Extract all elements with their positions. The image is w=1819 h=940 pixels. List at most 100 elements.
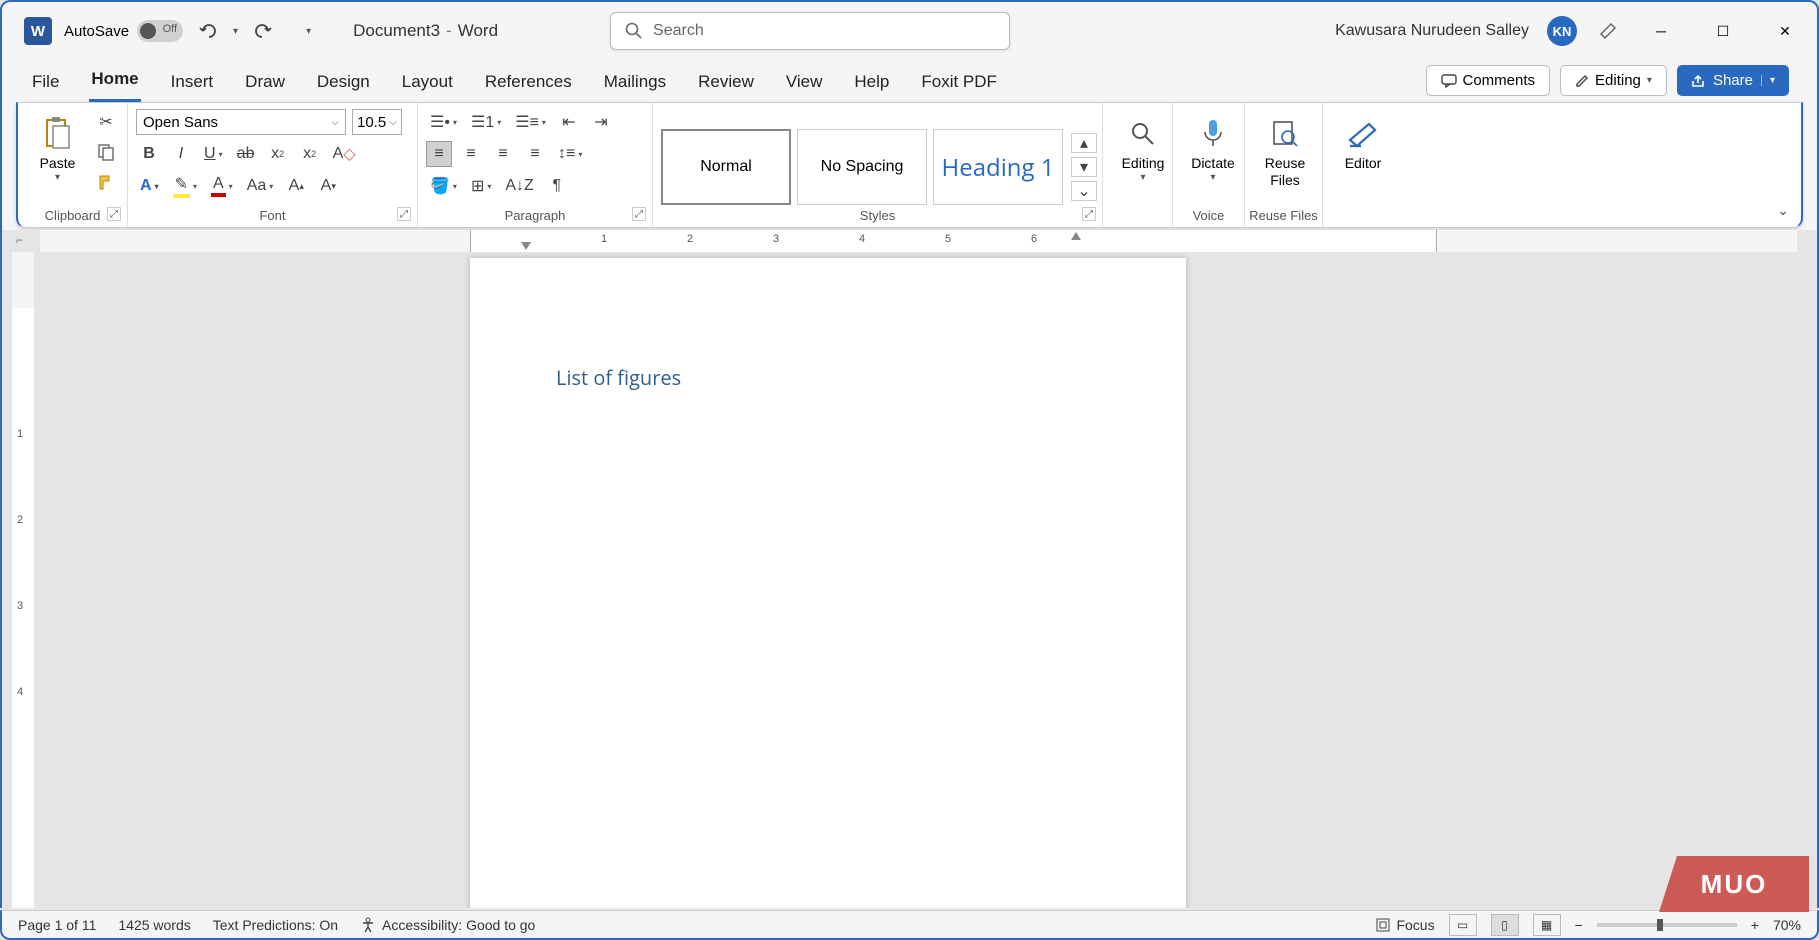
redo-button[interactable]	[250, 18, 276, 44]
web-layout-button[interactable]: ▦	[1533, 914, 1561, 936]
strikethrough-button[interactable]: ab	[233, 141, 259, 167]
minimize-button[interactable]: ─	[1639, 11, 1683, 51]
multilevel-button[interactable]: ☰≡	[511, 109, 550, 135]
editor-button[interactable]: Editor	[1331, 109, 1395, 176]
search-input[interactable]: Search	[610, 12, 1010, 50]
tab-home[interactable]: Home	[89, 63, 140, 102]
tab-insert[interactable]: Insert	[169, 66, 216, 102]
zoom-in-button[interactable]: +	[1751, 917, 1759, 933]
page-indicator[interactable]: Page 1 of 11	[18, 917, 96, 933]
editing-dropdown[interactable]: Editing ▾	[1111, 109, 1175, 187]
styles-launcher[interactable]: ⤢	[1082, 207, 1096, 221]
text-effects-button[interactable]: A	[136, 173, 163, 199]
shading-button[interactable]: 🪣	[426, 173, 461, 199]
tab-draw[interactable]: Draw	[243, 66, 287, 102]
italic-button[interactable]: I	[168, 141, 194, 167]
read-mode-button[interactable]: ▭	[1449, 914, 1477, 936]
coming-soon-icon[interactable]	[1595, 18, 1621, 44]
change-case-button[interactable]: Aa	[243, 173, 278, 199]
comment-icon	[1441, 74, 1457, 88]
styles-expand[interactable]: ⌄	[1071, 181, 1097, 201]
qat-customize[interactable]: ▾	[306, 26, 311, 37]
horizontal-ruler[interactable]: 1 2 3 4 5 6	[40, 230, 1797, 252]
grow-font-button[interactable]: A▴	[283, 173, 309, 199]
accessibility-status[interactable]: Accessibility: Good to go	[360, 917, 535, 933]
bold-button[interactable]: B	[136, 141, 162, 167]
ribbon-tabs: File Home Insert Draw Design Layout Refe…	[0, 60, 1819, 102]
clipboard-icon	[28, 113, 87, 155]
style-normal[interactable]: Normal	[661, 129, 791, 205]
cut-button[interactable]: ✂	[93, 109, 119, 135]
statusbar: Page 1 of 11 1425 words Text Predictions…	[0, 910, 1819, 940]
zoom-slider[interactable]	[1597, 923, 1737, 927]
styles-scroll-down[interactable]: ▾	[1071, 157, 1097, 177]
borders-button[interactable]: ⊞	[467, 173, 495, 199]
highlight-button[interactable]: ✎	[169, 173, 201, 199]
justify-button[interactable]: ≡	[522, 141, 548, 167]
close-button[interactable]: ✕	[1763, 11, 1807, 51]
editing-mode-button[interactable]: Editing ▾	[1560, 65, 1667, 96]
tab-design[interactable]: Design	[315, 66, 372, 102]
decrease-indent-button[interactable]: ⇤	[556, 109, 582, 135]
word-count[interactable]: 1425 words	[118, 917, 190, 933]
group-styles: Normal No Spacing Heading 1 ▴ ▾ ⌄ Styles…	[653, 103, 1103, 227]
line-spacing-button[interactable]: ↕≡	[554, 141, 586, 167]
undo-button[interactable]	[195, 18, 221, 44]
undo-dropdown[interactable]: ▾	[233, 26, 238, 37]
subscript-button[interactable]: x2	[265, 141, 291, 167]
vertical-ruler[interactable]: 1 2 3 4	[12, 252, 34, 908]
align-left-button[interactable]: ≡	[426, 141, 452, 167]
dictate-button[interactable]: Dictate ▾	[1181, 109, 1245, 187]
page[interactable]: List of figures	[470, 258, 1186, 908]
document-heading[interactable]: List of figures	[556, 364, 681, 391]
focus-button[interactable]: Focus	[1376, 917, 1434, 933]
superscript-button[interactable]: x2	[297, 141, 323, 167]
style-heading1[interactable]: Heading 1	[933, 129, 1063, 205]
show-marks-button[interactable]: ¶	[544, 173, 570, 199]
underline-button[interactable]: U	[200, 141, 227, 167]
copy-button[interactable]	[93, 139, 119, 165]
maximize-button[interactable]: ☐	[1701, 11, 1745, 51]
toggle-switch[interactable]: Off	[137, 20, 183, 42]
tab-file[interactable]: File	[30, 66, 61, 102]
print-layout-button[interactable]: ▯	[1491, 914, 1519, 936]
titlebar: W AutoSave Off ▾ ▾ Document3-Word Search…	[0, 0, 1819, 60]
reuse-files-button[interactable]: Reuse Files	[1253, 109, 1317, 193]
style-no-spacing[interactable]: No Spacing	[797, 129, 927, 205]
tab-help[interactable]: Help	[852, 66, 891, 102]
numbering-button[interactable]: ☰1	[467, 109, 505, 135]
align-center-button[interactable]: ≡	[458, 141, 484, 167]
zoom-out-button[interactable]: −	[1575, 917, 1583, 933]
first-line-indent-marker[interactable]	[521, 242, 531, 250]
align-right-button[interactable]: ≡	[490, 141, 516, 167]
user-name[interactable]: Kawusara Nurudeen Salley	[1335, 22, 1529, 40]
tab-mailings[interactable]: Mailings	[602, 66, 668, 102]
zoom-level[interactable]: 70%	[1773, 917, 1801, 933]
text-predictions[interactable]: Text Predictions: On	[213, 917, 338, 933]
increase-indent-button[interactable]: ⇥	[588, 109, 614, 135]
font-size-combo[interactable]: 10.5⌵	[352, 109, 402, 135]
font-color-button[interactable]: A	[207, 173, 237, 199]
tab-review[interactable]: Review	[696, 66, 756, 102]
font-launcher[interactable]: ⤢	[397, 207, 411, 221]
share-button[interactable]: Share ▾	[1677, 65, 1789, 96]
paragraph-launcher[interactable]: ⤢	[632, 207, 646, 221]
styles-scroll-up[interactable]: ▴	[1071, 133, 1097, 153]
shrink-font-button[interactable]: A▾	[315, 173, 341, 199]
right-indent-marker[interactable]	[1071, 232, 1081, 240]
bullets-button[interactable]: ☰•	[426, 109, 461, 135]
tab-selector[interactable]: ⌐	[16, 233, 23, 247]
autosave-toggle[interactable]: AutoSave Off	[64, 20, 183, 42]
sort-button[interactable]: A↓Z	[501, 173, 537, 199]
avatar[interactable]: KN	[1547, 16, 1577, 46]
tab-view[interactable]: View	[784, 66, 825, 102]
clipboard-launcher[interactable]: ⤢	[107, 207, 121, 221]
format-painter-button[interactable]	[93, 169, 119, 195]
tab-references[interactable]: References	[483, 66, 574, 102]
collapse-ribbon[interactable]: ⌄	[1777, 202, 1789, 219]
tab-foxit-pdf[interactable]: Foxit PDF	[919, 66, 999, 102]
font-name-combo[interactable]: Open Sans⌵	[136, 109, 346, 135]
comments-button[interactable]: Comments	[1426, 65, 1551, 96]
tab-layout[interactable]: Layout	[400, 66, 455, 102]
clear-formatting-button[interactable]: A◇	[329, 141, 360, 167]
